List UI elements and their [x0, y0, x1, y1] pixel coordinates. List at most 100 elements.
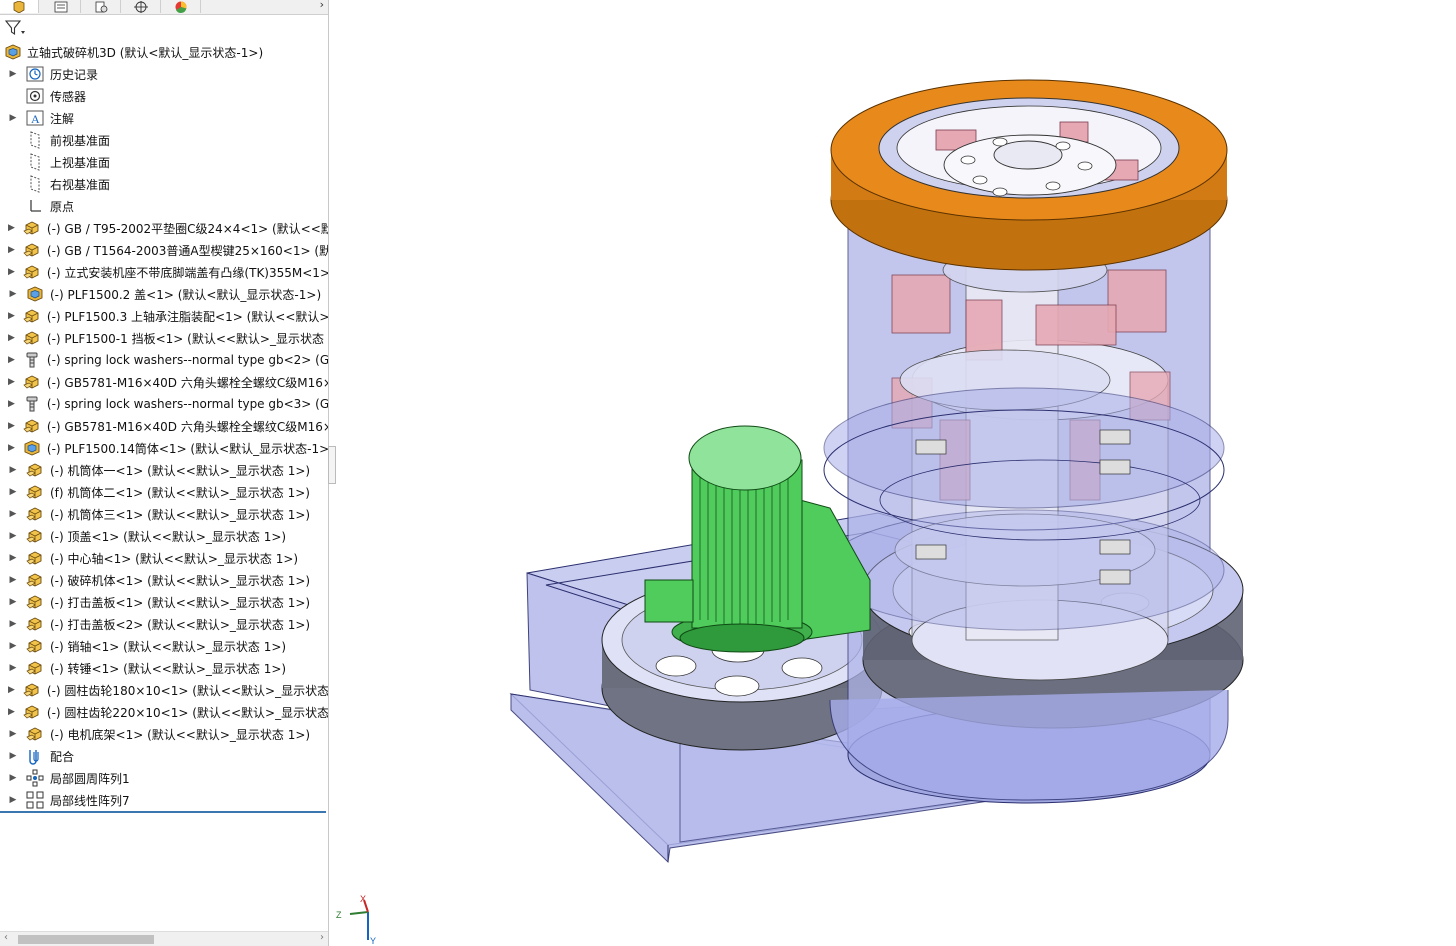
tree-item[interactable]: ▶ 配合 [0, 745, 328, 767]
expand-arrow-icon[interactable]: ▶ [8, 421, 15, 431]
tree-item-label: (-) spring lock washers--normal type gb<… [46, 397, 328, 411]
tree-item[interactable]: ▶ (-) 中心轴<1> (默认<<默认>_显示状态 1>) [0, 547, 328, 569]
expand-arrow-icon[interactable]: ▶ [8, 795, 18, 805]
tree-item[interactable]: ▶ (-) PLF1500.14筒体<1> (默认<默认_显示状态-1>) [0, 437, 328, 459]
tree-item-label: 前视基准面 [50, 133, 111, 148]
tree-item-label: (-) PLF1500.14筒体<1> (默认<默认_显示状态-1>) [46, 441, 328, 456]
tree-item[interactable]: ▶ A 注解 [0, 107, 328, 129]
tree-item-label: (-) 打击盖板<1> (默认<<默认>_显示状态 1>) [50, 595, 311, 610]
part-icon [26, 571, 44, 589]
expand-arrow-icon[interactable]: ▶ [8, 597, 18, 607]
expand-arrow-icon[interactable]: ▶ [8, 355, 15, 365]
feature-manager-panel: › 立轴式破碎机3D (默认<默认_显示状态-1>) ▶ 历史记录 传感器 ▶ A 注解前… [0, 0, 329, 946]
expand-arrow-icon[interactable]: ▶ [8, 751, 18, 761]
tree-item[interactable]: 右视基准面 [0, 173, 328, 195]
part-icon [23, 417, 41, 435]
part-icon [23, 307, 41, 325]
tree-item[interactable]: ▶ (-) 转锤<1> (默认<<默认>_显示状态 1>) [0, 657, 328, 679]
scrollbar-thumb[interactable] [18, 935, 154, 944]
expand-arrow-icon[interactable]: ▶ [8, 663, 18, 673]
tree-item[interactable]: ▶ (-) spring lock washers--normal type gb… [0, 349, 328, 371]
triad-z-label: Z [336, 910, 342, 920]
tree-item[interactable]: ▶ (-) 圆柱齿轮180×10<1> (默认<<默认>_显示状态 1 [0, 679, 328, 701]
tree-item-label: 配合 [50, 749, 75, 764]
mates-icon [26, 747, 44, 765]
tree-item[interactable]: ▶ (-) 机筒体一<1> (默认<<默认>_显示状态 1>) [0, 459, 328, 481]
expand-arrow-icon[interactable]: ▶ [8, 245, 15, 255]
display-manager-tab[interactable] [162, 0, 201, 13]
expand-arrow-icon[interactable]: ▶ [8, 267, 15, 277]
tree-item[interactable]: 上视基准面 [0, 151, 328, 173]
tree-item[interactable]: 原点 [0, 195, 328, 217]
expand-arrow-icon[interactable]: ▶ [8, 531, 18, 541]
tree-item[interactable]: 传感器 [0, 85, 328, 107]
coordinate-triad: X Y Z [336, 894, 376, 946]
part-icon [26, 461, 44, 479]
expand-arrow-icon[interactable]: ▶ [8, 685, 15, 695]
tree-item[interactable]: ▶ 历史记录 [0, 63, 328, 85]
expand-arrow-icon[interactable]: ▶ [8, 377, 15, 387]
expand-arrow-icon[interactable]: ▶ [8, 399, 15, 409]
tree-item[interactable]: ▶ (-) GB5781-M16×40D 六角头螺栓全螺纹C级M16× [0, 415, 328, 437]
part-icon [23, 373, 41, 391]
tree-item[interactable]: ▶ (-) 圆柱齿轮220×10<1> (默认<<默认>_显示状态 1 [0, 701, 328, 723]
scroll-right-icon[interactable]: › [320, 932, 324, 943]
tree-item[interactable]: ▶ 局部圆周阵列1 [0, 767, 328, 789]
expand-arrow-icon[interactable]: ▶ [8, 729, 18, 739]
expand-arrow-icon[interactable]: ▶ [8, 113, 18, 123]
tree-item[interactable]: ▶ (-) 机筒体三<1> (默认<<默认>_显示状态 1>) [0, 503, 328, 525]
tree-horizontal-scrollbar[interactable]: ‹ › [0, 931, 328, 946]
expand-arrow-icon[interactable]: ▶ [8, 553, 18, 563]
panel-splitter-handle[interactable] [328, 446, 336, 484]
expand-arrow-icon[interactable]: ▶ [8, 69, 18, 79]
expand-arrow-icon[interactable]: ▶ [8, 289, 18, 299]
tree-item[interactable]: ▶ (-) GB / T1564-2003普通A型楔键25×160<1> (默认 [0, 239, 328, 261]
expand-arrow-icon[interactable]: ▶ [8, 773, 18, 783]
part-icon [26, 637, 44, 655]
expand-arrow-icon[interactable]: ▶ [8, 619, 18, 629]
expand-arrow-icon[interactable]: ▶ [8, 509, 18, 519]
tree-item-label: (-) PLF1500.2 盖<1> (默认<默认_显示状态-1>) [50, 287, 322, 302]
tree-item[interactable]: ▶ (-) 立式安装机座不带底脚端盖有凸缘(TK)355M<1> [0, 261, 328, 283]
featuremanager-tab[interactable] [0, 0, 39, 13]
tree-item-label: (-) 圆柱齿轮180×10<1> (默认<<默认>_显示状态 1 [46, 683, 328, 698]
tree-filter[interactable] [4, 17, 26, 39]
tree-item[interactable]: ▶ (-) 打击盖板<2> (默认<<默认>_显示状态 1>) [0, 613, 328, 635]
tree-item[interactable]: ▶ (-) 销轴<1> (默认<<默认>_显示状态 1>) [0, 635, 328, 657]
tree-item[interactable]: 前视基准面 [0, 129, 328, 151]
expand-arrow-icon[interactable]: ▶ [8, 575, 18, 585]
tree-item[interactable]: ▶ (-) 顶盖<1> (默认<<默认>_显示状态 1>) [0, 525, 328, 547]
tree-item[interactable]: ▶ (-) GB / T95-2002平垫圈C级24×4<1> (默认<<默认 [0, 217, 328, 239]
tree-item[interactable]: ▶ (-) PLF1500.3 上轴承注脂装配<1> (默认<<默认>_ [0, 305, 328, 327]
tree-item[interactable]: ▶ (-) 电机底架<1> (默认<<默认>_显示状态 1>) [0, 723, 328, 745]
propertymanager-tab[interactable] [42, 0, 81, 13]
tree-item[interactable]: ▶ (-) 打击盖板<1> (默认<<默认>_显示状态 1>) [0, 591, 328, 613]
expand-arrow-icon[interactable]: ▶ [8, 487, 18, 497]
scroll-left-icon[interactable]: ‹ [4, 932, 8, 943]
expand-arrow-icon[interactable]: ▶ [8, 707, 15, 717]
tree-item[interactable]: ▶ (-) PLF1500-1 挡板<1> (默认<<默认>_显示状态 1 [0, 327, 328, 349]
tree-root-assembly[interactable]: 立轴式破碎机3D (默认<默认_显示状态-1>) [4, 41, 263, 63]
expand-arrow-icon[interactable]: ▶ [8, 223, 15, 233]
expand-arrow-icon[interactable]: ▶ [8, 443, 15, 453]
graphics-viewport[interactable] [336, 0, 1456, 946]
tree-item[interactable]: ▶ (-) GB5781-M16×40D 六角头螺栓全螺纹C级M16× [0, 371, 328, 393]
tree-item[interactable]: ▶ (-) spring lock washers--normal type gb… [0, 393, 328, 415]
expand-arrow-icon[interactable]: ▶ [8, 311, 15, 321]
tree-item[interactable]: ▶ (-) PLF1500.2 盖<1> (默认<默认_显示状态-1>) [0, 283, 328, 305]
configurationmanager-tab[interactable] [82, 0, 121, 13]
expand-arrow-icon[interactable]: ▶ [8, 465, 18, 475]
triad-x-label: X [360, 894, 366, 904]
expand-arrow-icon[interactable]: ▶ [8, 641, 18, 651]
tree-item-label: (-) 破碎机体<1> (默认<<默认>_显示状态 1>) [50, 573, 311, 588]
tree-item-label: (-) 转锤<1> (默认<<默认>_显示状态 1>) [50, 661, 287, 676]
panel-expand-arrow-icon[interactable]: › [320, 0, 324, 11]
dimxpert-icon [134, 0, 148, 13]
tree-item[interactable]: ▶ (f) 机筒体二<1> (默认<<默认>_显示状态 1>) [0, 481, 328, 503]
expand-arrow-icon[interactable]: ▶ [8, 333, 15, 343]
tree-item[interactable]: ▶ (-) 破碎机体<1> (默认<<默认>_显示状态 1>) [0, 569, 328, 591]
tree-item[interactable]: ▶ 局部线性阵列7 [0, 789, 328, 811]
part-icon [23, 703, 41, 721]
part-icon [23, 263, 41, 281]
dimxpert-tab[interactable] [122, 0, 161, 13]
